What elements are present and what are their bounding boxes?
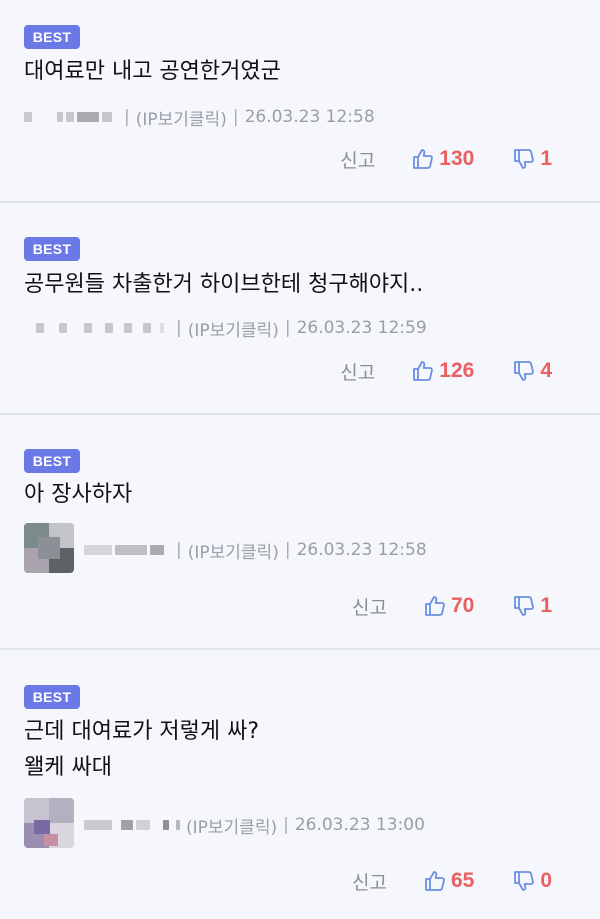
dislike-count: 4 [540,359,552,382]
comment-actions: 신고 70 1 [352,591,552,621]
like-button[interactable]: 70 [423,594,474,618]
best-badge: BEST [24,685,80,709]
comment-date: 26.03.23 13:00 [294,815,425,835]
ip-view-link[interactable]: (IP보기클릭) [188,538,279,563]
blurred-nickname [84,820,180,830]
separator: | [232,107,239,127]
comment-meta: (IP보기클릭) | 26.03.23 13:00 [84,812,425,838]
report-button[interactable]: 신고 [340,146,375,173]
dislike-count: 0 [540,869,552,892]
dislike-count: 1 [540,594,552,617]
like-count: 65 [450,869,475,892]
like-count: 126 [439,359,475,382]
blurred-nickname [24,112,112,122]
dislike-button[interactable]: 1 [512,147,552,171]
thumbs-up-icon [413,149,434,169]
comment-date: 26.03.23 12:59 [296,318,427,338]
report-button[interactable]: 신고 [340,358,375,385]
separator: | [124,107,130,127]
separator: | [176,540,182,560]
comment-actions: 신고 130 1 [340,144,552,174]
like-button[interactable]: 130 [411,147,474,171]
separator: | [176,318,182,338]
comment-text: 공무원들 차출한거 하이브한테 청구해야지.. [24,272,424,297]
like-button[interactable]: 126 [411,359,474,383]
comment-text: 근데 대여료가 저렇게 싸? 왤케 싸대 [24,719,260,780]
thumbs-down-icon [514,149,535,169]
ip-view-link[interactable]: (IP보기클릭) [136,105,227,130]
best-badge: BEST [24,237,80,261]
blurred-nickname [84,545,164,555]
thumbs-down-icon [514,871,535,891]
ip-view-link[interactable]: (IP보기클릭) [188,316,279,341]
comment-text: 대여료만 내고 공연한거였군 [24,59,281,84]
comment-meta: | (IP보기클릭) | 26.03.23 12:58 [24,104,375,130]
blurred-nickname [36,323,164,333]
best-badge: BEST [24,25,80,49]
avatar[interactable] [24,523,74,573]
thumbs-down-icon [514,361,535,381]
comment-item: BEST 아 장사하자 | (IP보기클릭) | 26.03.23 12:58 … [0,415,600,650]
comment-actions: 신고 65 0 [352,866,552,896]
report-button[interactable]: 신고 [352,593,387,620]
comment-item: BEST 공무원들 차출한거 하이브한테 청구해야지.. | (IP보기클릭) … [0,203,600,415]
like-button[interactable]: 65 [423,869,474,893]
comment-item: BEST 대여료만 내고 공연한거였군 | (IP보기클릭) | 26.03.2… [0,0,600,203]
dislike-button[interactable]: 1 [512,594,552,618]
thumbs-up-icon [425,871,445,891]
comment-actions: 신고 126 4 [340,356,552,386]
dislike-button[interactable]: 4 [512,359,552,383]
report-button[interactable]: 신고 [352,868,387,895]
comment-meta: | (IP보기클릭) | 26.03.23 12:58 [84,537,427,563]
comment-date: 26.03.23 12:58 [244,107,375,127]
like-count: 130 [439,147,475,170]
dislike-count: 1 [540,147,552,170]
ip-view-link[interactable]: (IP보기클릭) [186,813,277,838]
thumbs-up-icon [425,596,445,616]
comment-date: 26.03.23 12:58 [296,540,427,560]
best-badge: BEST [24,449,80,473]
comment-item: BEST 근데 대여료가 저렇게 싸? 왤케 싸대 (IP보기클릭) | 26.… [0,650,600,919]
comment-text: 아 장사하자 [24,482,133,507]
separator: | [284,540,291,560]
thumbs-down-icon [514,596,535,616]
dislike-button[interactable]: 0 [512,869,552,893]
separator: | [284,318,291,338]
like-count: 70 [450,594,475,617]
separator: | [283,815,289,835]
avatar[interactable] [24,798,74,848]
thumbs-up-icon [413,361,434,381]
comment-meta: | (IP보기클릭) | 26.03.23 12:59 [36,315,427,341]
